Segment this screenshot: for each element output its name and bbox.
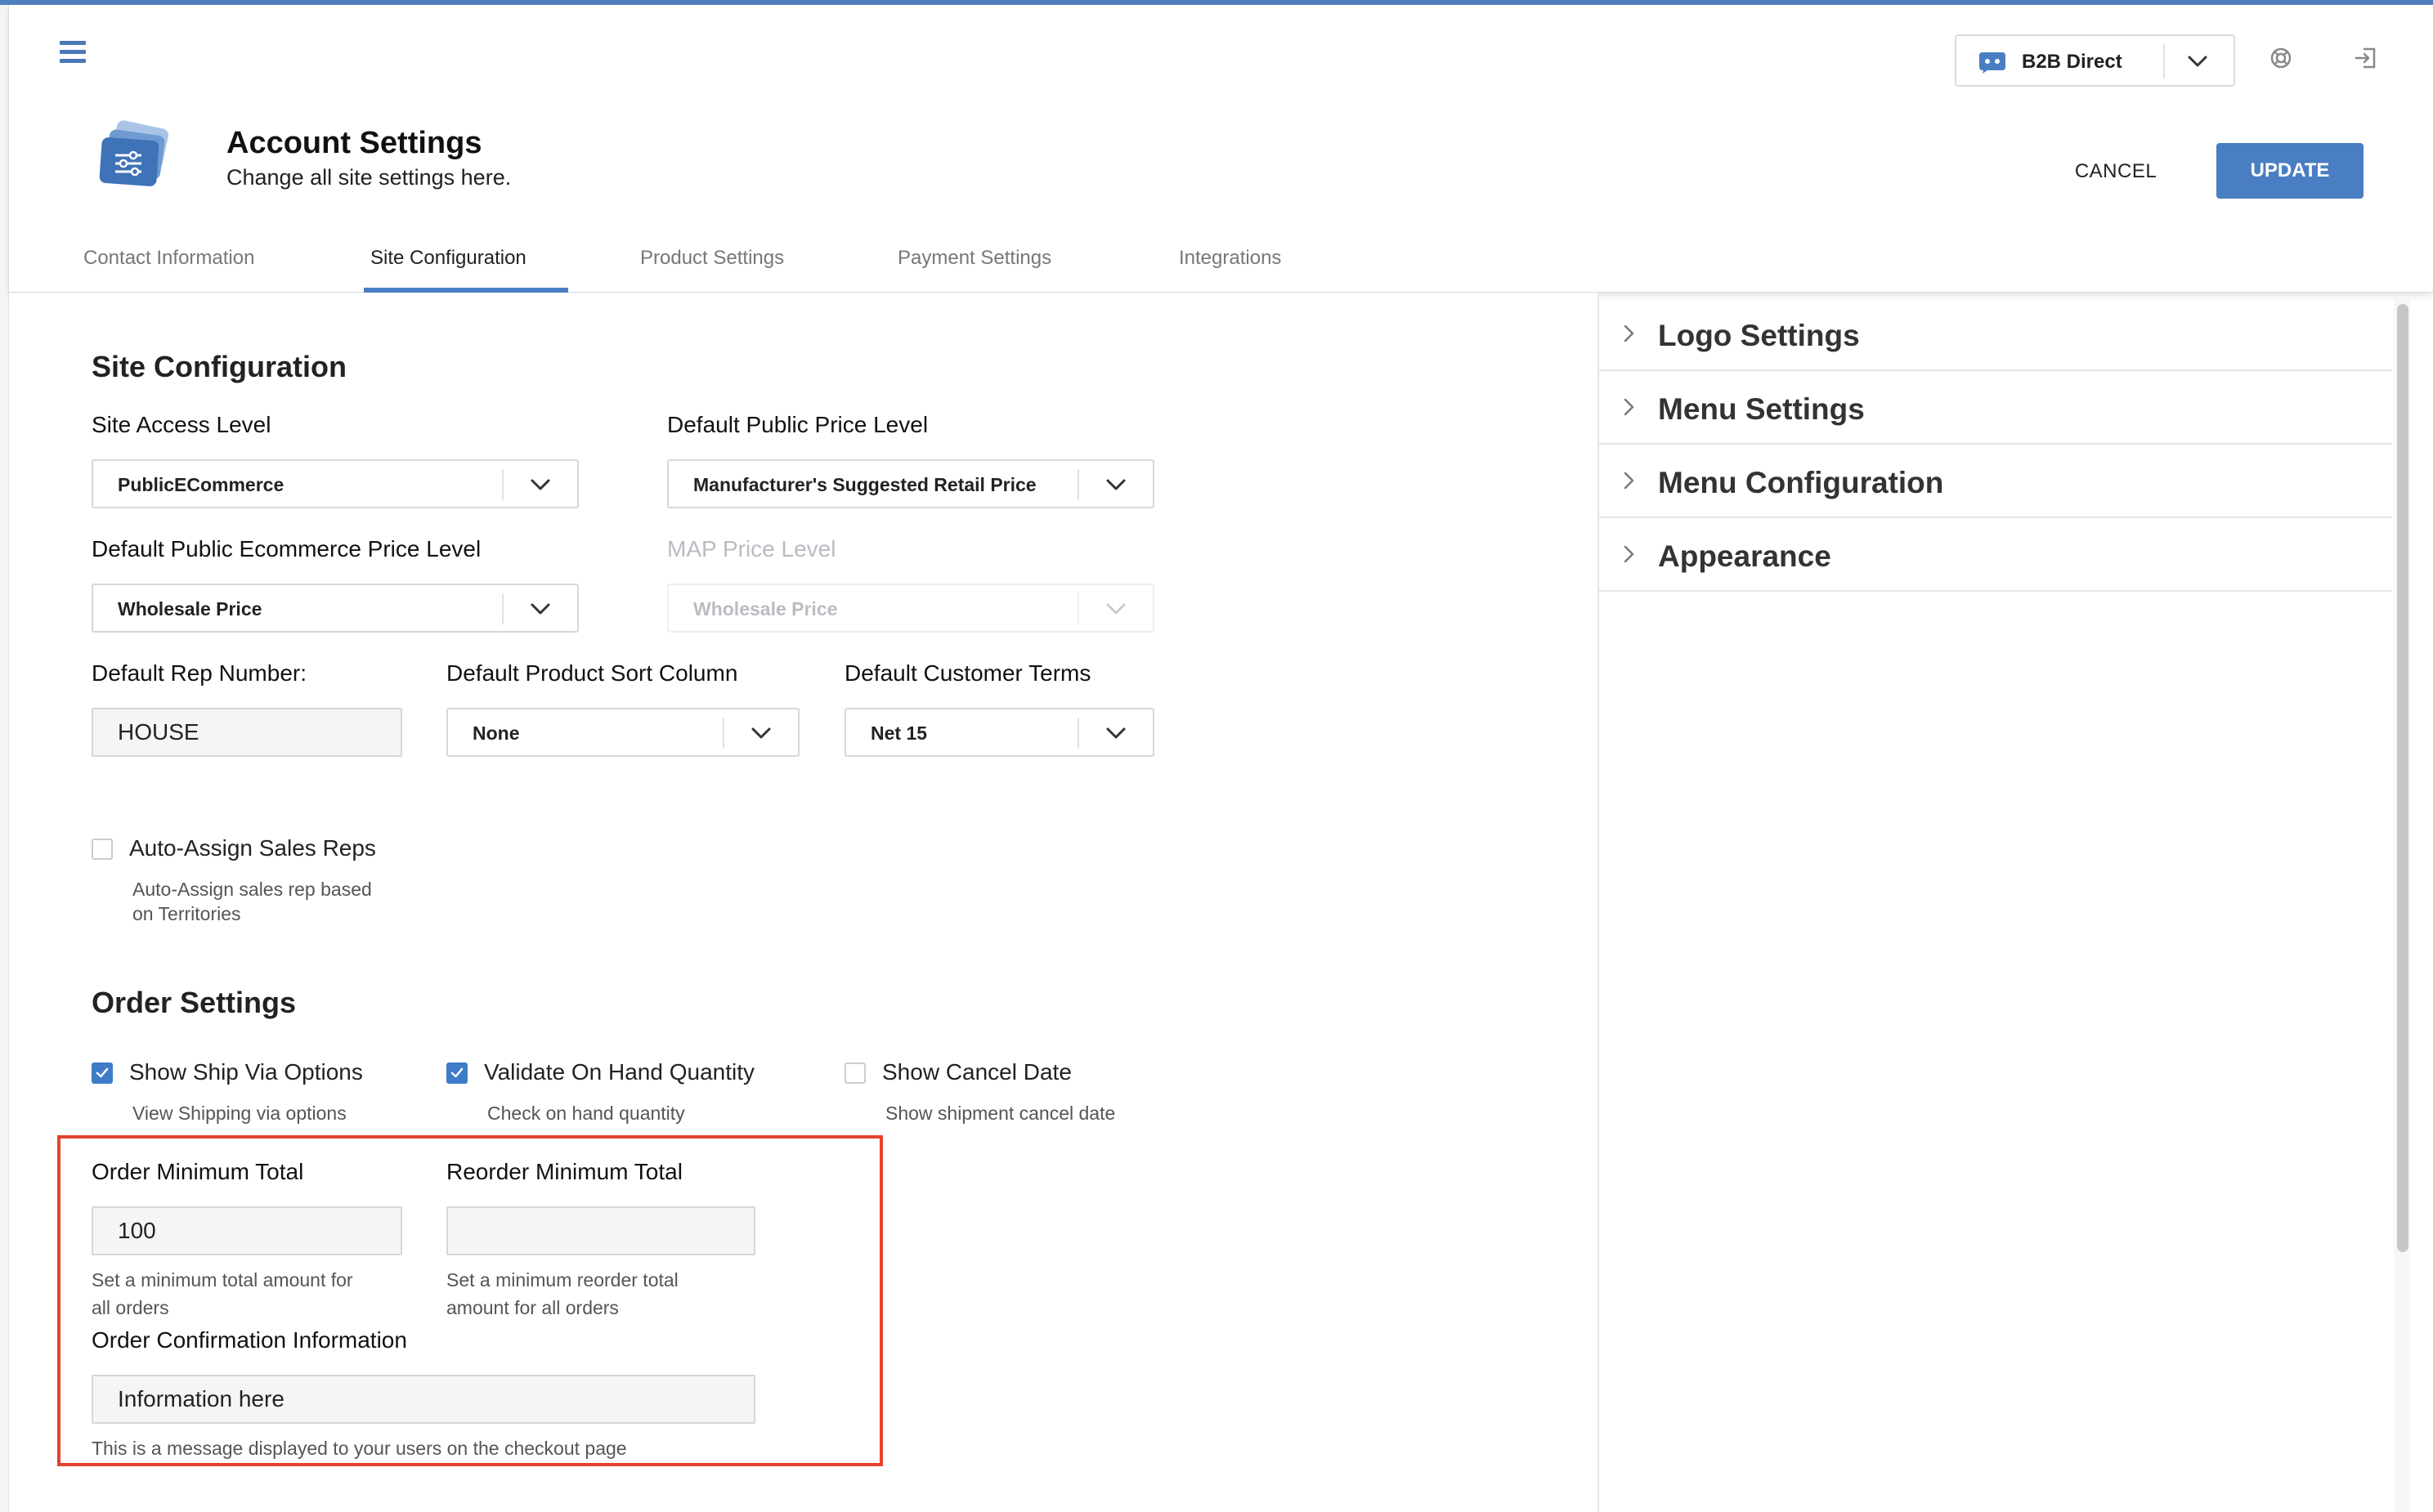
show-ship-via-label[interactable]: Show Ship Via Options xyxy=(129,1059,363,1085)
show-ship-via-help: View Shipping via options xyxy=(132,1103,347,1124)
order-minimum-total-label: Order Minimum Total xyxy=(92,1159,304,1184)
order-confirmation-info-help: This is a message displayed to your user… xyxy=(92,1438,627,1459)
order-settings-heading: Order Settings xyxy=(92,986,297,1019)
validate-on-hand-checkbox[interactable] xyxy=(446,1062,468,1084)
chevron-down-icon xyxy=(751,727,771,739)
chevron-down-icon xyxy=(2188,56,2207,67)
reorder-minimum-help-line2: amount for all orders xyxy=(446,1297,619,1318)
store-logo-icon xyxy=(1979,52,2005,74)
logout-icon[interactable] xyxy=(2354,46,2378,70)
chevron-right-icon xyxy=(1624,472,1634,490)
chevron-down-icon xyxy=(531,603,550,615)
reorder-minimum-total-input[interactable] xyxy=(446,1206,755,1255)
order-confirmation-info-label: Order Confirmation Information xyxy=(92,1327,407,1353)
chevron-right-icon xyxy=(1624,545,1634,563)
accordion-appearance[interactable]: Appearance xyxy=(1599,518,2392,592)
default-public-price-level-select[interactable]: Manufacturer's Suggested Retail Price xyxy=(667,459,1154,508)
page-title: Account Settings xyxy=(226,126,482,160)
show-ship-via-checkbox[interactable] xyxy=(92,1062,113,1084)
tab-payment-settings[interactable]: Payment Settings xyxy=(898,247,1051,270)
store-selector[interactable]: B2B Direct xyxy=(1955,34,2235,87)
auto-assign-sales-reps-label[interactable]: Auto-Assign Sales Reps xyxy=(129,835,376,861)
update-button[interactable]: UPDATE xyxy=(2216,143,2364,199)
auto-assign-sales-reps-checkbox[interactable] xyxy=(92,839,113,860)
order-minimum-help-line1: Set a minimum total amount for xyxy=(92,1269,353,1291)
check-icon xyxy=(96,1067,109,1078)
order-minimum-help-line2: all orders xyxy=(92,1297,169,1318)
default-rep-number-input[interactable]: HOUSE xyxy=(92,708,402,757)
check-icon xyxy=(450,1067,464,1078)
tab-integrations[interactable]: Integrations xyxy=(1179,247,1281,270)
accordion-logo-settings[interactable]: Logo Settings xyxy=(1599,297,2392,371)
show-cancel-date-checkbox[interactable] xyxy=(845,1062,866,1084)
hamburger-menu-icon[interactable] xyxy=(60,41,86,64)
default-public-price-level-label: Default Public Price Level xyxy=(667,412,929,437)
chevron-right-icon xyxy=(1624,324,1634,342)
reorder-minimum-help-line1: Set a minimum reorder total xyxy=(446,1269,679,1291)
tab-product-settings[interactable]: Product Settings xyxy=(640,247,784,270)
validate-on-hand-label[interactable]: Validate On Hand Quantity xyxy=(484,1059,755,1085)
site-configuration-heading: Site Configuration xyxy=(92,350,347,383)
reorder-minimum-total-label: Reorder Minimum Total xyxy=(446,1159,683,1184)
default-product-sort-column-label: Default Product Sort Column xyxy=(446,660,738,686)
tab-site-configuration[interactable]: Site Configuration xyxy=(370,247,526,270)
validate-on-hand-help: Check on hand quantity xyxy=(487,1103,685,1124)
show-cancel-date-label[interactable]: Show Cancel Date xyxy=(882,1059,1072,1085)
map-price-level-select: Wholesale Price xyxy=(667,584,1154,633)
accordion-menu-configuration[interactable]: Menu Configuration xyxy=(1599,445,2392,518)
settings-cards-icon xyxy=(99,120,169,186)
page-subtitle: Change all site settings here. xyxy=(226,165,512,190)
left-edge xyxy=(0,5,9,1512)
order-minimum-total-input[interactable]: 100 xyxy=(92,1206,402,1255)
default-rep-number-label: Default Rep Number: xyxy=(92,660,307,686)
chevron-down-icon xyxy=(1106,603,1126,615)
store-name: B2B Direct xyxy=(2022,51,2122,73)
order-confirmation-info-input[interactable]: Information here xyxy=(92,1375,755,1424)
cancel-button[interactable]: CANCEL xyxy=(2054,155,2177,188)
auto-assign-help-line2: on Territories xyxy=(132,903,241,924)
scrollbar-thumb[interactable] xyxy=(2397,304,2408,1252)
default-public-ecommerce-price-level-label: Default Public Ecommerce Price Level xyxy=(92,536,482,561)
chevron-down-icon xyxy=(1106,727,1126,739)
default-product-sort-column-select[interactable]: None xyxy=(446,708,800,757)
default-customer-terms-label: Default Customer Terms xyxy=(845,660,1091,686)
site-access-level-label: Site Access Level xyxy=(92,412,271,437)
help-icon[interactable] xyxy=(2269,46,2293,70)
tab-contact-information[interactable]: Contact Information xyxy=(83,247,254,270)
default-customer-terms-select[interactable]: Net 15 xyxy=(845,708,1154,757)
site-access-level-select[interactable]: PublicECommerce xyxy=(92,459,579,508)
map-price-level-label: MAP Price Level xyxy=(667,536,836,561)
chevron-down-icon xyxy=(531,479,550,490)
default-public-ecommerce-price-level-select[interactable]: Wholesale Price xyxy=(92,584,579,633)
chevron-down-icon xyxy=(1106,479,1126,490)
show-cancel-date-help: Show shipment cancel date xyxy=(885,1103,1116,1124)
page-header: B2B Direct Account Settings Change all s… xyxy=(9,5,2433,293)
accordion-menu-settings[interactable]: Menu Settings xyxy=(1599,371,2392,445)
auto-assign-help-line1: Auto-Assign sales rep based xyxy=(132,879,372,900)
chevron-right-icon xyxy=(1624,398,1634,416)
